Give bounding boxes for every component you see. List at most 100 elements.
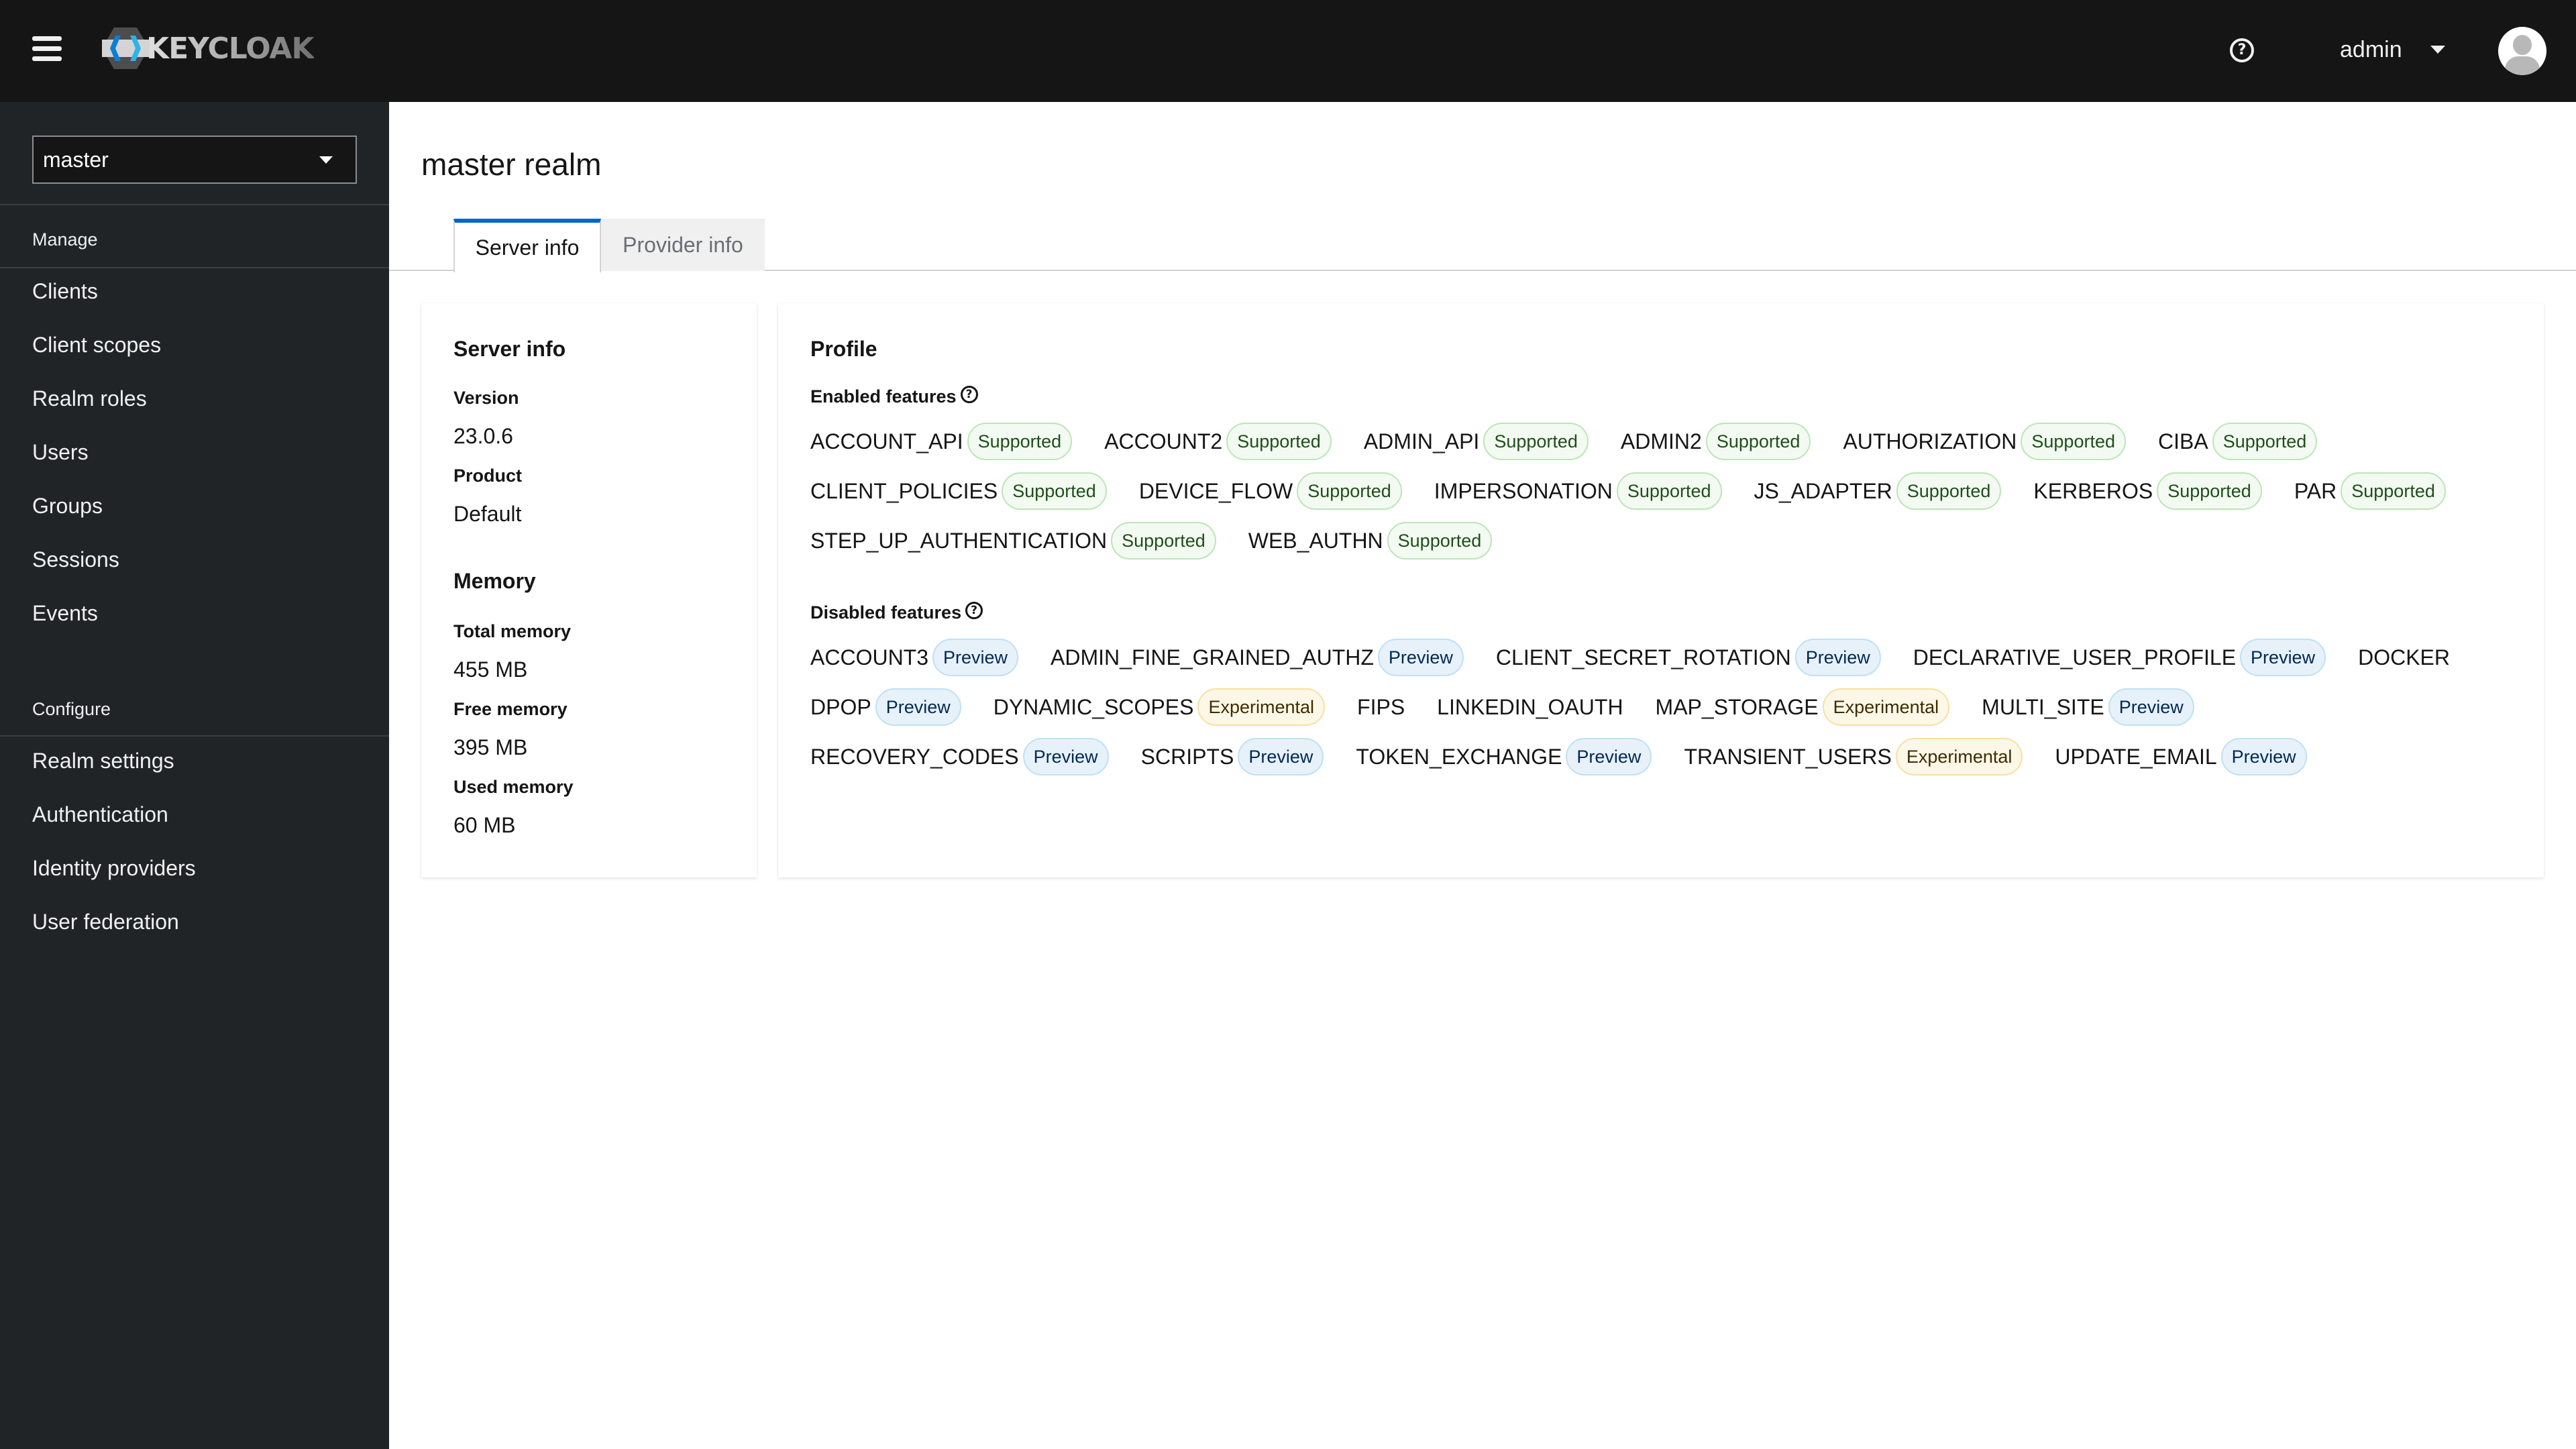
feature-status-badge: Preview — [875, 688, 961, 726]
feature-item: CLIENT_POLICIES Supported — [810, 472, 1107, 510]
feature-name: JS_ADAPTER — [1754, 478, 1892, 503]
feature-item: MULTI_SITE Preview — [1982, 688, 2194, 726]
product-value: Default — [453, 502, 522, 526]
memory-title: Memory — [453, 569, 536, 593]
feature-status-badge: Experimental — [1197, 688, 1326, 726]
feature-item: IMPERSONATION Supported — [1434, 472, 1722, 510]
feature-item: AUTHORIZATION Supported — [1843, 423, 2126, 460]
feature-item: ACCOUNT3 Preview — [810, 639, 1019, 676]
sidebar-item-authentication[interactable]: Authentication — [32, 802, 168, 827]
divider — [0, 204, 389, 205]
divider — [0, 267, 389, 268]
feature-status-badge: Experimental — [1822, 688, 1950, 726]
help-icon[interactable]: ? — [2230, 38, 2254, 62]
feature-item: TOKEN_EXCHANGE Preview — [1356, 738, 1652, 775]
enabled-features-heading: Enabled features ? — [810, 385, 978, 407]
feature-item: CIBA Supported — [2158, 423, 2318, 460]
tab-server-info[interactable]: Server info — [453, 219, 601, 272]
feature-status-badge: Preview — [1022, 738, 1109, 775]
feature-status-badge: Preview — [2220, 738, 2307, 775]
feature-item: DPOP Preview — [810, 688, 961, 726]
feature-status-badge: Experimental — [1895, 738, 2023, 775]
sidebar-item-client-scopes[interactable]: Client scopes — [32, 333, 161, 358]
feature-status-badge: Preview — [2240, 639, 2326, 676]
tab-label: Provider info — [623, 232, 743, 257]
keycloak-logo[interactable]: KEYCLOAK — [102, 27, 315, 70]
sidebar-item-events[interactable]: Events — [32, 601, 98, 626]
feature-item: DYNAMIC_SCOPES Experimental — [993, 688, 1326, 726]
feature-name: TOKEN_EXCHANGE — [1356, 744, 1562, 769]
feature-item: CLIENT_SECRET_ROTATION Preview — [1496, 639, 1881, 676]
sidebar-item-clients[interactable]: Clients — [32, 279, 98, 304]
feature-item: STEP_UP_AUTHENTICATION Supported — [810, 522, 1216, 559]
total-memory-label: Total memory — [453, 621, 572, 641]
profile-title: Profile — [810, 337, 877, 361]
caret-down-icon — [319, 156, 333, 164]
feature-item: WEB_AUTHN Supported — [1248, 522, 1493, 559]
feature-name: ADMIN_API — [1363, 429, 1480, 453]
feature-item: DOCKER — [2358, 645, 2450, 670]
feature-name: KERBEROS — [2033, 478, 2153, 503]
sidebar-item-groups[interactable]: Groups — [32, 494, 103, 519]
help-icon[interactable]: ? — [965, 601, 983, 619]
feature-name: IMPERSONATION — [1434, 478, 1613, 503]
feature-name: DEVICE_FLOW — [1138, 478, 1293, 503]
help-icon[interactable]: ? — [960, 385, 978, 403]
free-memory-label: Free memory — [453, 699, 568, 719]
feature-row: ACCOUNT_API Supported ACCOUNT2 Supported ADM… — [810, 423, 2349, 460]
tab-label: Server info — [475, 235, 580, 260]
feature-name: FIPS — [1357, 694, 1405, 719]
profile-card: Profile Enabled features ? ACCOUNT_API Su… — [778, 303, 2544, 877]
feature-status-badge: Supported — [1111, 522, 1216, 559]
feature-status-badge: Supported — [2212, 423, 2318, 460]
page-title: master realm — [421, 147, 602, 182]
divider — [0, 735, 389, 737]
version-value: 23.0.6 — [453, 424, 513, 448]
feature-name: TRANSIENT_USERS — [1684, 744, 1892, 769]
disabled-features-heading: Disabled features ? — [810, 601, 983, 623]
feature-item: ADMIN_FINE_GRAINED_AUTHZ Preview — [1051, 639, 1464, 676]
caret-down-icon — [2430, 46, 2445, 54]
version-label: Version — [453, 388, 519, 408]
realm-selector-value: master — [43, 147, 109, 172]
feature-item: DEVICE_FLOW Supported — [1139, 472, 1402, 510]
feature-item: KERBEROS Supported — [2033, 472, 2262, 510]
feature-name: MAP_STORAGE — [1655, 694, 1819, 719]
product-label: Product — [453, 466, 523, 486]
feature-item: ADMIN_API Supported — [1364, 423, 1589, 460]
avatar[interactable] — [2498, 27, 2546, 75]
sidebar-item-realm-roles[interactable]: Realm roles — [32, 386, 147, 411]
feature-name: AUTHORIZATION — [1843, 429, 2017, 453]
feature-name: WEB_AUTHN — [1248, 528, 1383, 553]
sidebar-item-sessions[interactable]: Sessions — [32, 547, 119, 572]
feature-name: DPOP — [810, 694, 871, 719]
feature-item: LINKEDIN_OAUTH — [1437, 695, 1623, 720]
feature-name: CLIENT_SECRET_ROTATION — [1495, 645, 1791, 669]
sidebar-item-identity-providers[interactable]: Identity providers — [32, 856, 196, 881]
disabled-features-label: Disabled features — [810, 602, 962, 623]
feature-name: CLIENT_POLICIES — [810, 478, 998, 503]
feature-name: DYNAMIC_SCOPES — [993, 694, 1194, 719]
feature-name: ACCOUNT_API — [810, 429, 963, 453]
feature-name: STEP_UP_AUTHENTICATION — [810, 528, 1108, 553]
feature-status-badge: Supported — [2157, 472, 2262, 510]
realm-selector[interactable]: master — [32, 136, 357, 184]
tab-provider-info[interactable]: Provider info — [601, 219, 765, 271]
feature-status-badge: Preview — [1566, 738, 1652, 775]
keycloak-hex-icon — [102, 28, 149, 69]
feature-name: DECLARATIVE_USER_PROFILE — [1913, 645, 2237, 669]
hamburger-menu-icon[interactable] — [32, 36, 62, 64]
sidebar-item-realm-settings[interactable]: Realm settings — [32, 749, 174, 773]
feature-item: UPDATE_EMAIL Preview — [2055, 738, 2307, 775]
feature-status-badge: Preview — [1238, 738, 1324, 775]
user-menu-toggle[interactable]: admin — [2340, 31, 2445, 68]
sidebar-item-users[interactable]: Users — [32, 440, 89, 465]
free-memory-value: 395 MB — [453, 735, 528, 759]
feature-item: MAP_STORAGE Experimental — [1656, 688, 1950, 726]
feature-item: SCRIPTS Preview — [1141, 738, 1324, 775]
feature-item: DECLARATIVE_USER_PROFILE Preview — [1913, 639, 2326, 676]
sidebar-item-user-federation[interactable]: User federation — [32, 910, 179, 934]
feature-item: TRANSIENT_USERS Experimental — [1684, 738, 2023, 775]
feature-item: FIPS — [1357, 695, 1405, 720]
feature-name: RECOVERY_CODES — [810, 744, 1019, 769]
